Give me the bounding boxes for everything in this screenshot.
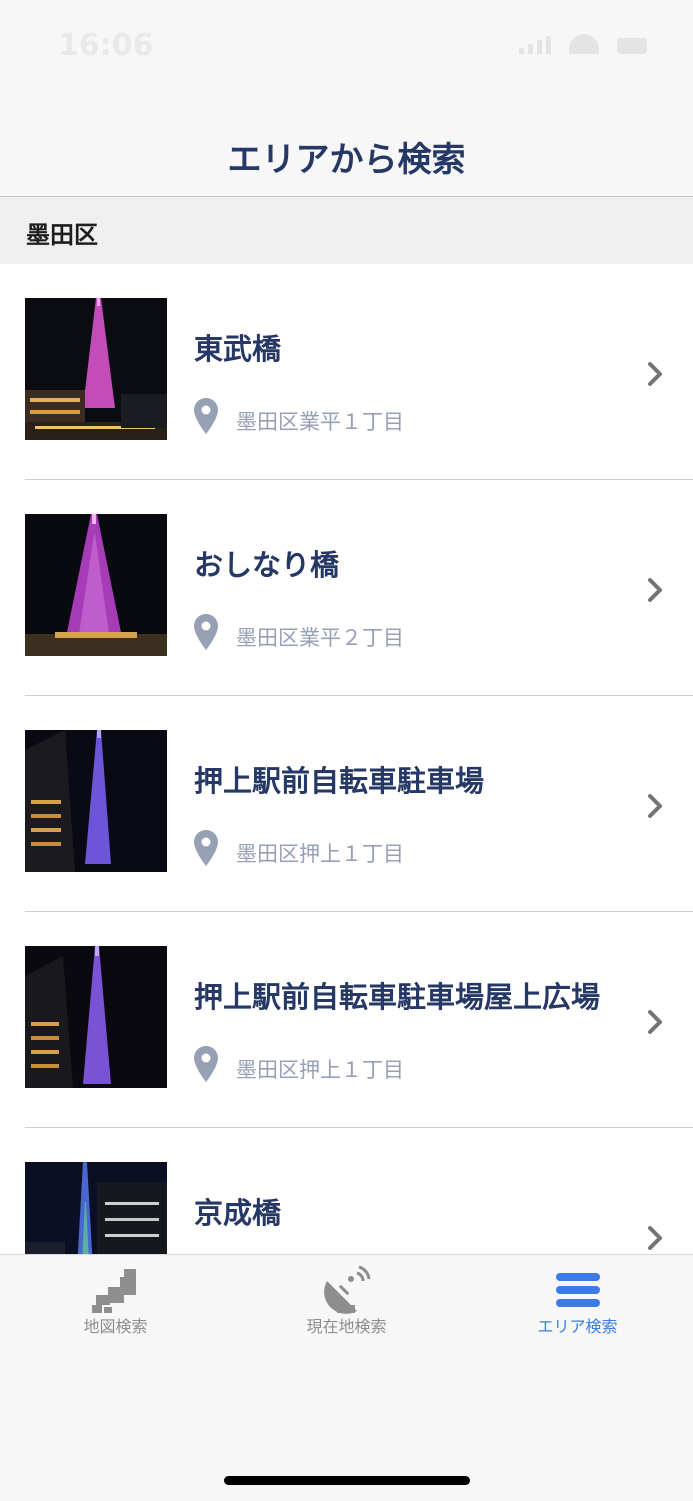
- status-time: 16:06: [58, 28, 154, 63]
- section-header: 墨田区: [0, 197, 693, 264]
- spot-list[interactable]: 東武橋 墨田区業平１丁目 おしなり橋 墨田区業平２丁目 押上駅前自転車駐車場 墨…: [0, 264, 693, 1254]
- spot-name: おしなり橋: [194, 548, 340, 582]
- spot-thumbnail: [25, 1162, 167, 1254]
- tab-label: 現在地検索: [306, 1317, 387, 1336]
- tab-area-search[interactable]: エリア検索: [462, 1255, 693, 1345]
- spot-address: 墨田区業平２丁目: [236, 626, 404, 650]
- tab-current-location-search[interactable]: 現在地検索: [231, 1255, 462, 1345]
- battery-icon: [617, 38, 647, 54]
- location-pin-icon: [194, 614, 218, 650]
- tab-map-search[interactable]: 地図検索: [0, 1255, 231, 1345]
- status-bar: 16:06: [0, 0, 693, 90]
- japan-map-icon: [91, 1269, 136, 1313]
- list-item[interactable]: 押上駅前自転車駐車場屋上広場 墨田区押上１丁目: [0, 912, 693, 1128]
- list-item[interactable]: 京成橋: [0, 1128, 693, 1254]
- status-icons: [519, 34, 647, 54]
- list-item[interactable]: おしなり橋 墨田区業平２丁目: [0, 480, 693, 696]
- tab-label: エリア検索: [537, 1317, 618, 1336]
- spot-thumbnail: [25, 946, 167, 1088]
- satellite-dish-icon: [323, 1265, 370, 1314]
- location-pin-icon: [194, 1046, 218, 1082]
- chevron-right-icon[interactable]: [648, 1010, 662, 1034]
- home-indicator: [224, 1476, 470, 1485]
- spot-thumbnail: [25, 298, 167, 440]
- nav-header: エリアから検索: [0, 90, 693, 197]
- list-menu-icon: [555, 1273, 600, 1307]
- spot-name: 押上駅前自転車駐車場: [194, 764, 485, 798]
- list-item[interactable]: 押上駅前自転車駐車場 墨田区押上１丁目: [0, 696, 693, 912]
- spot-name: 押上駅前自転車駐車場屋上広場: [194, 980, 601, 1014]
- spot-address: 墨田区押上１丁目: [236, 1058, 404, 1082]
- location-pin-icon: [194, 398, 218, 434]
- spot-address: 墨田区押上１丁目: [236, 842, 404, 866]
- wifi-icon: [569, 34, 599, 54]
- chevron-right-icon[interactable]: [648, 794, 662, 818]
- tab-label: 地図検索: [83, 1317, 148, 1336]
- spot-name: 京成橋: [194, 1196, 282, 1230]
- spot-address: 墨田区業平１丁目: [236, 410, 404, 434]
- chevron-right-icon[interactable]: [648, 578, 662, 602]
- chevron-right-icon[interactable]: [648, 362, 662, 386]
- chevron-right-icon[interactable]: [648, 1226, 662, 1250]
- location-pin-icon: [194, 830, 218, 866]
- list-item[interactable]: 東武橋 墨田区業平１丁目: [0, 264, 693, 480]
- signal-icon: [519, 36, 551, 54]
- tab-bar: 地図検索 現在地検索 エリア検索: [0, 1254, 693, 1501]
- spot-name: 東武橋: [194, 332, 282, 366]
- section-title: 墨田区: [26, 221, 98, 249]
- page-title: エリアから検索: [227, 140, 466, 180]
- spot-thumbnail: [25, 730, 167, 872]
- spot-thumbnail: [25, 514, 167, 656]
